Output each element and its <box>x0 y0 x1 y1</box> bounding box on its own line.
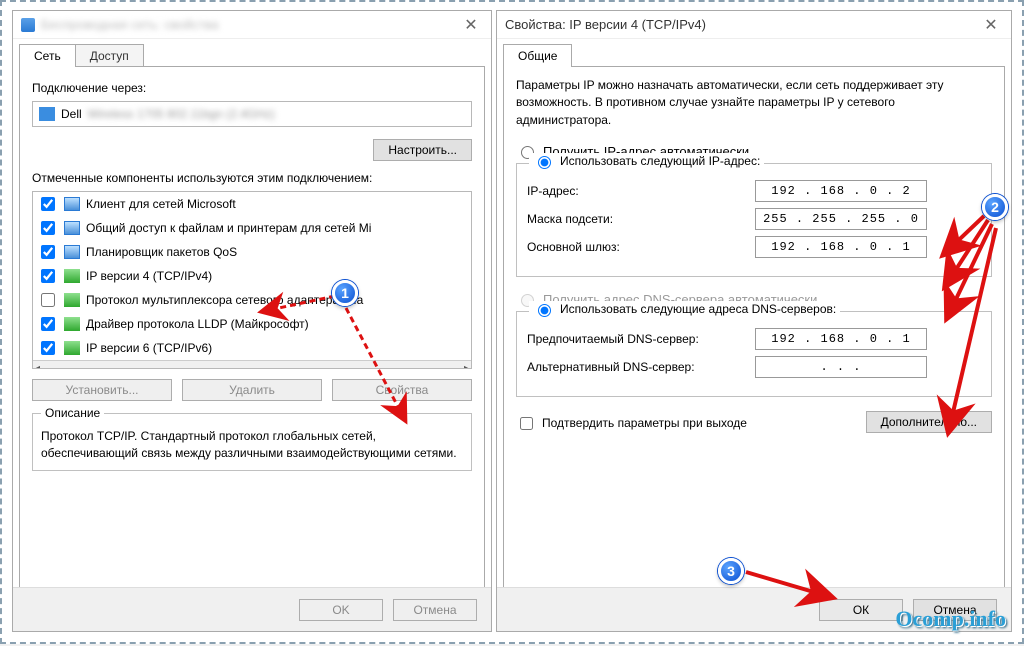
adapter-icon <box>21 18 35 32</box>
radio-use-ip-label: Использовать следующий IP-адрес: <box>560 154 760 168</box>
component-label: Драйвер протокола LLDP (Майкрософт) <box>86 317 309 331</box>
configure-button[interactable]: Настроить... <box>373 139 472 161</box>
remove-button[interactable]: Удалить <box>182 379 322 401</box>
tab-general[interactable]: Общие <box>503 44 572 67</box>
component-checkbox[interactable] <box>41 317 55 331</box>
list-item[interactable]: Протокол мультиплексора сетевого адаптер… <box>33 288 471 312</box>
close-icon[interactable]: ✕ <box>459 13 483 37</box>
component-icon <box>64 293 80 307</box>
connect-via-label: Подключение через: <box>32 81 472 95</box>
annotation-badge-1: 1 <box>332 280 358 306</box>
nic-icon <box>39 107 55 121</box>
adapter-name-blurred: Wireless 1705 802.11bgn (2.4GHz) <box>88 107 275 121</box>
component-icon <box>64 221 80 235</box>
component-icon <box>64 245 80 259</box>
component-checkbox[interactable] <box>41 341 55 355</box>
ip-fieldset: Использовать следующий IP-адрес: IP-адре… <box>516 163 992 277</box>
titlebar-left: Беспроводная сеть: свойства ✕ <box>13 11 491 39</box>
component-checkbox[interactable] <box>41 293 55 307</box>
adapter-field: Dell Wireless 1705 802.11bgn (2.4GHz) <box>32 101 472 127</box>
description-legend: Описание <box>41 406 104 420</box>
dns1-input[interactable]: 192 . 168 . 0 . 1 <box>755 328 927 350</box>
scroll-right-icon[interactable]: ▸ <box>464 363 469 369</box>
component-label: Общий доступ к файлам и принтерам для се… <box>86 221 371 235</box>
ip-input[interactable]: 192 . 168 . 0 . 2 <box>755 180 927 202</box>
validate-on-exit[interactable]: Подтвердить параметры при выходе <box>516 414 747 433</box>
annotation-badge-2: 2 <box>982 194 1008 220</box>
window-title-right: Свойства: IP версии 4 (TCP/IPv4) <box>505 17 706 32</box>
ip-label: IP-адрес: <box>527 184 747 198</box>
list-item[interactable]: Планировщик пакетов QoS <box>33 240 471 264</box>
validate-checkbox[interactable] <box>520 417 533 430</box>
ok-button-left[interactable]: OK <box>299 599 383 621</box>
properties-button[interactable]: Свойства <box>332 379 472 401</box>
component-checkbox[interactable] <box>41 197 55 211</box>
components-label: Отмеченные компоненты используются этим … <box>32 171 472 185</box>
advanced-button[interactable]: Дополнительно... <box>866 411 992 433</box>
component-label: IP версии 6 (TCP/IPv6) <box>86 341 212 355</box>
h-scrollbar[interactable]: ◂ ▸ <box>33 360 471 369</box>
radio-use-ip-input[interactable] <box>538 156 551 169</box>
footer-left: OK Отмена <box>13 587 491 631</box>
gateway-label: Основной шлюз: <box>527 240 747 254</box>
dns1-label: Предпочитаемый DNS-сервер: <box>527 332 747 346</box>
radio-use-dns-input[interactable] <box>538 304 551 317</box>
scroll-left-icon[interactable]: ◂ <box>35 363 40 369</box>
description-group: Описание Протокол TCP/IP. Стандартный пр… <box>32 413 472 471</box>
radio-use-dns-label: Использовать следующие адреса DNS-сервер… <box>560 302 836 316</box>
gateway-input[interactable]: 192 . 168 . 0 . 1 <box>755 236 927 258</box>
dns-fieldset: Использовать следующие адреса DNS-сервер… <box>516 311 992 397</box>
ipv4-help-text: Параметры IP можно назначать автоматичес… <box>516 77 992 129</box>
tab-access[interactable]: Доступ <box>75 44 144 67</box>
list-item[interactable]: Общий доступ к файлам и принтерам для се… <box>33 216 471 240</box>
network-properties-window: Беспроводная сеть: свойства ✕ Сеть Досту… <box>12 10 492 632</box>
adapter-name-prefix: Dell <box>61 107 82 121</box>
mask-label: Маска подсети: <box>527 212 747 226</box>
component-checkbox[interactable] <box>41 245 55 259</box>
annotation-badge-3: 3 <box>718 558 744 584</box>
mask-input[interactable]: 255 . 255 . 255 . 0 <box>755 208 927 230</box>
dns2-input[interactable]: . . . <box>755 356 927 378</box>
ok-button-right[interactable]: ОК <box>819 599 903 621</box>
component-label: Планировщик пакетов QoS <box>86 245 237 259</box>
list-item[interactable]: IP версии 4 (TCP/IPv4) <box>33 264 471 288</box>
description-text: Протокол TCP/IP. Стандартный протокол гл… <box>41 428 463 462</box>
dns2-label: Альтернативный DNS-сервер: <box>527 360 747 374</box>
component-icon <box>64 197 80 211</box>
components-listbox[interactable]: Клиент для сетей Microsoft Общий доступ к… <box>32 191 472 369</box>
cancel-button-left[interactable]: Отмена <box>393 599 477 621</box>
list-item[interactable]: Драйвер протокола LLDP (Майкрософт) <box>33 312 471 336</box>
component-icon <box>64 269 80 283</box>
component-icon <box>64 317 80 331</box>
component-label: IP версии 4 (TCP/IPv4) <box>86 269 212 283</box>
component-label: Клиент для сетей Microsoft <box>86 197 236 211</box>
close-icon[interactable]: ✕ <box>979 13 1003 37</box>
ipv4-properties-window: Свойства: IP версии 4 (TCP/IPv4) ✕ Общие… <box>496 10 1012 632</box>
tab-network[interactable]: Сеть <box>19 44 76 67</box>
component-label: Протокол мультиплексора сетевого адаптер… <box>86 293 363 307</box>
window-title-left: Беспроводная сеть: свойства <box>41 17 219 32</box>
install-button[interactable]: Установить... <box>32 379 172 401</box>
validate-label: Подтвердить параметры при выходе <box>542 416 747 430</box>
component-checkbox[interactable] <box>41 221 55 235</box>
component-checkbox[interactable] <box>41 269 55 283</box>
titlebar-right: Свойства: IP версии 4 (TCP/IPv4) ✕ <box>497 11 1011 39</box>
watermark: Ocomp.info <box>895 606 1006 632</box>
list-item[interactable]: IP версии 6 (TCP/IPv6) <box>33 336 471 360</box>
component-icon <box>64 341 80 355</box>
list-item[interactable]: Клиент для сетей Microsoft <box>33 192 471 216</box>
